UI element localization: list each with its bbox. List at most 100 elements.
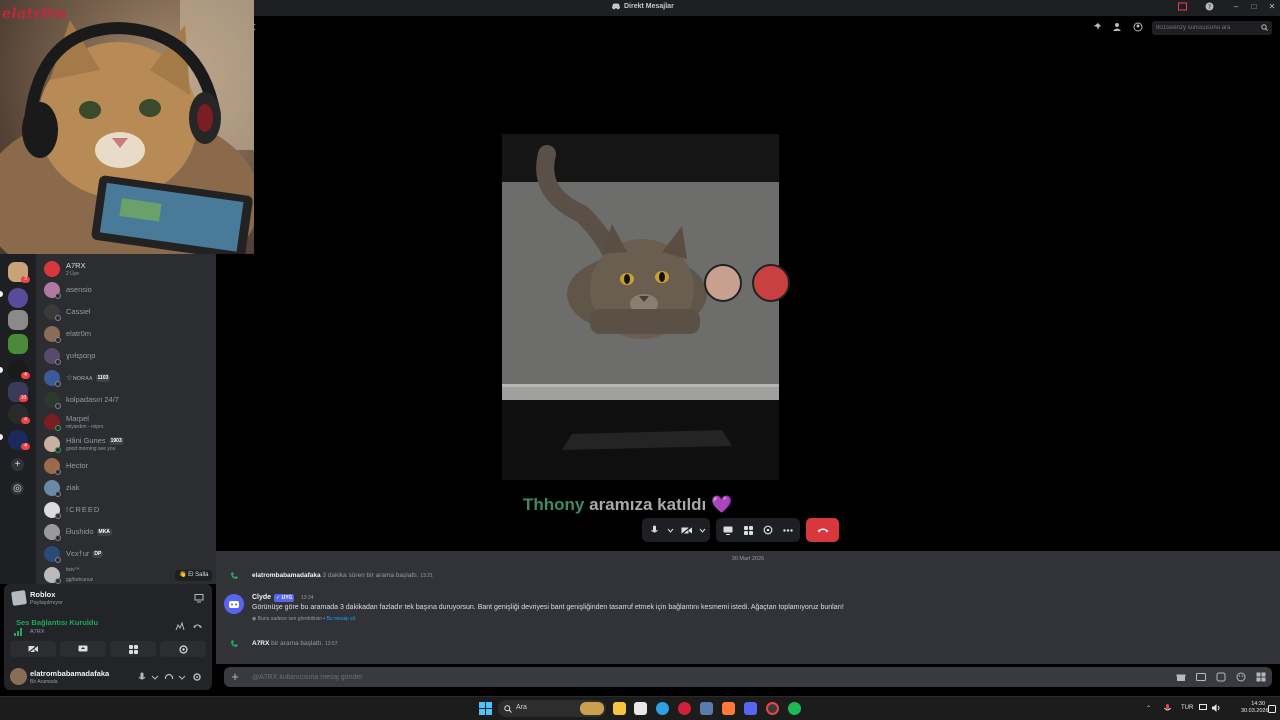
disconnect-icon[interactable] — [192, 622, 203, 630]
server-icon[interactable] — [8, 310, 28, 330]
server-icon[interactable] — [8, 288, 28, 308]
server-icon[interactable] — [8, 334, 28, 354]
noise-suppression-icon[interactable] — [175, 621, 185, 631]
discover-icon[interactable]: ◎ — [11, 482, 24, 495]
tray-overflow-icon[interactable]: ⌃ — [1146, 705, 1151, 712]
member-item[interactable]: Hâni Gunes 1903 good morning see you — [44, 434, 214, 454]
member-item[interactable]: ᗷushido MKA — [44, 522, 214, 542]
activities-button[interactable] — [110, 641, 156, 657]
inbox-icon[interactable] — [1176, 2, 1188, 13]
input-language[interactable]: TUR — [1181, 705, 1193, 711]
taskbar-search[interactable]: Ara — [498, 700, 606, 717]
file-explorer-icon[interactable] — [613, 702, 626, 715]
join-notification: Thhony aramıza katıldı 💜 — [523, 495, 732, 515]
add-friends-icon[interactable] — [1113, 22, 1123, 32]
member-item[interactable]: ɣʊɫɪʂɑɳɑ — [44, 346, 214, 366]
member-item[interactable]: Marpel miyardım - mipro — [44, 412, 214, 432]
username[interactable]: elatrombabamadafaka — [30, 669, 109, 678]
member-item[interactable]: asensio — [44, 280, 214, 300]
share-screen-button[interactable] — [60, 641, 106, 657]
microphone-icon[interactable] — [1164, 704, 1171, 713]
network-icon[interactable] — [1199, 704, 1207, 712]
member-item[interactable]: ☆ɴᴏʀᴀᴀ 1103 — [44, 368, 214, 388]
member-item[interactable]: elatr0m — [44, 324, 214, 344]
stream-tile[interactable] — [502, 134, 779, 480]
camera-button[interactable] — [678, 522, 694, 538]
headphones-icon[interactable] — [164, 672, 174, 682]
member-item[interactable]: Vєx†ur DP — [44, 544, 214, 564]
spotify-icon[interactable] — [788, 702, 801, 715]
signal-icon[interactable] — [14, 628, 24, 636]
member-item[interactable]: ziak — [44, 478, 214, 498]
more-options-button[interactable] — [780, 522, 796, 538]
member-item[interactable]: kolpadasın 24/7 — [44, 390, 214, 410]
message-input[interactable] — [252, 667, 1152, 687]
mute-button[interactable] — [646, 522, 662, 538]
hang-up-button[interactable] — [806, 518, 839, 542]
help-icon[interactable]: ? — [1203, 2, 1215, 13]
activity-card[interactable]: Roblox Paylaşılmıyor — [10, 588, 206, 610]
app-icon[interactable] — [722, 702, 735, 715]
gif-icon[interactable] — [1196, 672, 1206, 682]
chevron-down-icon[interactable] — [150, 672, 160, 682]
add-server-icon[interactable]: + — [11, 458, 24, 471]
webcam-overlay[interactable]: elatr0m — [0, 0, 254, 254]
search-input[interactable] — [1152, 21, 1272, 35]
gift-icon[interactable] — [1176, 672, 1186, 682]
message-author[interactable]: elatrombabamadafaka — [252, 572, 321, 579]
voice-action-buttons — [10, 641, 206, 657]
user-avatar[interactable] — [10, 668, 27, 685]
phone-icon — [231, 640, 238, 647]
activities-button[interactable] — [740, 522, 756, 538]
clock[interactable]: 14:30 30.03.2026 — [1241, 701, 1269, 715]
close-icon[interactable]: ✕ — [1266, 2, 1278, 11]
clyde-message: Clyde ✓ UYG 13:24 Görünüşe göre bu arama… — [224, 594, 1264, 626]
ephemeral-note-text: Bunu sadece sen görebilirsin • — [257, 616, 326, 622]
store-icon[interactable] — [634, 702, 647, 715]
search-box[interactable] — [1152, 21, 1272, 35]
discord-icon[interactable] — [744, 702, 757, 715]
app-icon[interactable] — [700, 702, 713, 715]
chrome-icon[interactable] — [766, 702, 779, 715]
attach-plus-icon[interactable]: + — [228, 670, 242, 684]
share-screen-button[interactable] — [720, 522, 736, 538]
member-item[interactable]: twiv™ gg/botcunuz 👋 El Salla — [44, 565, 214, 585]
member-item[interactable]: Hector — [44, 456, 214, 476]
gear-icon[interactable] — [192, 672, 202, 682]
message-author[interactable]: A7RX — [252, 640, 269, 647]
user-profile-icon[interactable] — [1133, 22, 1143, 32]
soundboard-button[interactable] — [160, 641, 206, 657]
screen-share-icon[interactable] — [194, 593, 204, 603]
message-author[interactable]: Clyde — [252, 594, 271, 601]
windows-start-icon[interactable] — [479, 702, 492, 715]
emoji-icon[interactable] — [1236, 672, 1246, 682]
minimize-icon[interactable]: – — [1230, 2, 1242, 11]
soundboard-button[interactable] — [760, 522, 776, 538]
apps-icon[interactable] — [1256, 672, 1266, 682]
pin-icon[interactable] — [1093, 22, 1103, 32]
mic-options-button[interactable] — [666, 522, 674, 538]
dismiss-message-link[interactable]: Bu mesajı sil — [327, 616, 355, 622]
group-header[interactable]: A7RX 2 Üye — [44, 259, 214, 279]
volume-icon[interactable] — [1212, 704, 1221, 712]
participant-avatar[interactable] — [704, 264, 742, 302]
notification-icon[interactable] — [1268, 705, 1276, 713]
clyde-avatar[interactable] — [224, 594, 244, 614]
chevron-down-icon[interactable] — [177, 672, 187, 682]
sticker-icon[interactable] — [1216, 672, 1226, 682]
voice-connection-status[interactable]: Ses Bağlantısı Kuruldu — [16, 618, 98, 627]
edge-icon[interactable] — [656, 702, 669, 715]
status-dot — [55, 425, 61, 431]
member-item[interactable]: !CREED — [44, 500, 214, 520]
camera-options-button[interactable] — [698, 522, 706, 538]
member-item[interactable]: Cassiel — [44, 302, 214, 322]
search-icon — [504, 705, 512, 713]
maximize-icon[interactable]: □ — [1248, 2, 1260, 11]
camera-button[interactable] — [10, 641, 56, 657]
server-tag: 1103 — [95, 374, 111, 383]
participant-avatar[interactable] — [752, 264, 790, 302]
mention-badge: 4 — [21, 417, 30, 424]
microphone-icon[interactable] — [137, 672, 147, 682]
opera-icon[interactable] — [678, 702, 691, 715]
wave-button[interactable]: 👋 El Salla — [175, 570, 213, 581]
